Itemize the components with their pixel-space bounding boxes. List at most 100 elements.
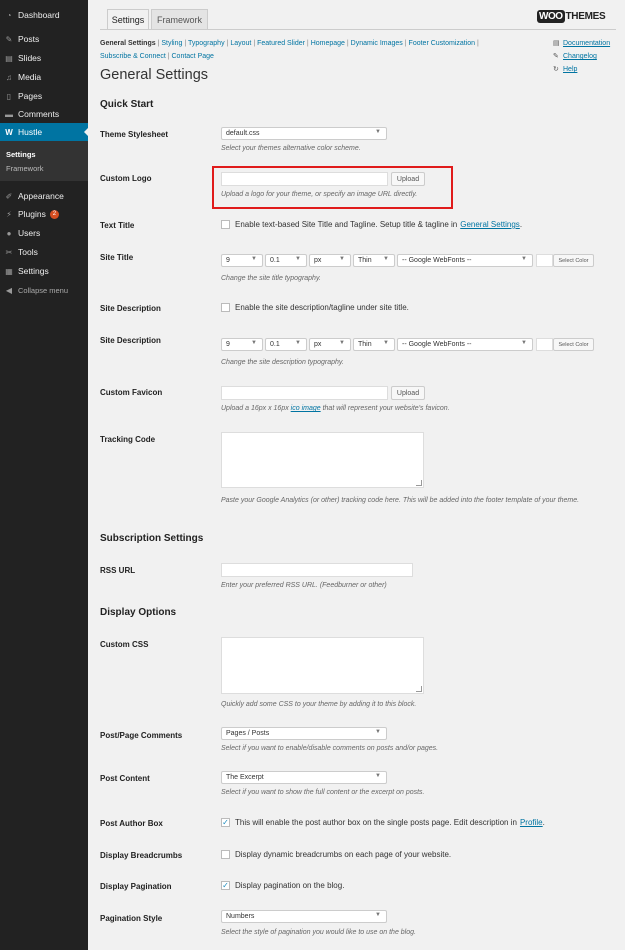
tab-framework[interactable]: Framework (151, 9, 208, 29)
profile-link[interactable]: Profile (520, 818, 543, 827)
ico-image-link[interactable]: ico image (291, 405, 321, 412)
site-title-color-swatch[interactable] (536, 254, 553, 267)
user-icon: ● (6, 228, 12, 238)
subnav-homepage[interactable]: Homepage (311, 40, 345, 47)
sidebar-item-media[interactable]: ♫ Media (0, 68, 88, 86)
sidebar-item-label: Users (18, 228, 41, 238)
pages-icon: ▯ (6, 91, 12, 101)
subnav-separator: | (226, 40, 229, 47)
sidebar-item-label: Posts (18, 34, 40, 44)
documentation-link[interactable]: Documentation (563, 37, 610, 50)
site-desc-color-swatch[interactable] (536, 338, 553, 351)
site-desc-checkbox[interactable] (221, 303, 230, 312)
subnav-footer[interactable]: Footer Customization (409, 40, 476, 47)
admin-sidebar: ◔ Dashboard ✎ Posts ▤ Slides ♫ Media ▯ Pages … (0, 0, 88, 950)
sidebar-item-plugins[interactable]: ⚡ Plugins 2 (0, 205, 88, 223)
site-title-line-select[interactable]: 0.1 ▼ (265, 254, 307, 267)
subnav-layout[interactable]: Layout (230, 40, 251, 47)
comments-select[interactable]: Pages / Posts ▼ (221, 727, 387, 740)
author-box-checkbox[interactable]: ✓ (221, 818, 230, 827)
custom-css-textarea[interactable] (221, 637, 424, 694)
submenu-settings[interactable]: Settings (6, 150, 36, 159)
site-desc-size-select[interactable]: 9 ▼ (221, 338, 263, 351)
sidebar-item-pages[interactable]: ▯ Pages (0, 87, 88, 105)
site-title-unit-select[interactable]: px ▼ (309, 254, 351, 267)
text-title-text: Enable text-based Site Title and Tagline… (235, 220, 458, 229)
site-title-size-select[interactable]: 9 ▼ (221, 254, 263, 267)
site-title-font-select[interactable]: -- Google WebFonts -- ▼ (397, 254, 533, 267)
sidebar-item-posts[interactable]: ✎ Posts (0, 30, 88, 48)
label-text-title: Text Title (100, 221, 135, 230)
label-site-description-typography: Site Description (100, 336, 161, 345)
label-custom-logo: Custom Logo (100, 174, 152, 183)
desc-site-description: Change the site description typography. (221, 359, 344, 366)
document-icon: ▤ (553, 40, 560, 47)
refresh-icon: ↻ (553, 66, 559, 73)
pagination-style-select[interactable]: Numbers ▼ (221, 910, 387, 923)
sidebar-item-hustle[interactable]: W Hustle (0, 123, 88, 141)
general-settings-link[interactable]: General Settings (460, 220, 520, 229)
site-desc-unit-select[interactable]: px ▼ (309, 338, 351, 351)
chevron-down-icon: ▼ (295, 256, 301, 262)
pagination-row: ✓ Display pagination on the blog. (221, 881, 344, 890)
tracking-code-textarea[interactable] (221, 432, 424, 488)
site-desc-color-button[interactable]: Select Color (553, 338, 594, 351)
stylesheet-select[interactable]: default.css ▼ (221, 127, 387, 140)
sidebar-item-settings[interactable]: ▦ Settings (0, 262, 88, 280)
breadcrumbs-checkbox[interactable] (221, 850, 230, 859)
collapse-menu-button[interactable]: ◀ Collapse menu (0, 281, 88, 299)
woo-icon: W (5, 127, 13, 137)
select-value: 0.1 (270, 257, 280, 264)
help-links: ▤ Documentation ✎ Changelog ↻ Help (553, 37, 610, 76)
rss-url-input[interactable] (221, 563, 413, 577)
submenu-framework[interactable]: Framework (6, 164, 44, 173)
sidebar-item-label: Pages (18, 91, 43, 101)
sidebar-item-label: Settings (18, 266, 49, 276)
subnav-featured-slider[interactable]: Featured Slider (257, 40, 305, 47)
sidebar-item-tools[interactable]: ✂ Tools (0, 243, 88, 261)
help-link[interactable]: Help (563, 63, 577, 76)
sidebar-item-appearance[interactable]: ✐ Appearance (0, 187, 88, 205)
sidebar-item-label: Hustle (18, 127, 43, 137)
sidebar-item-label: Media (18, 72, 42, 82)
desc-theme-stylesheet: Select your themes alternative color sch… (221, 145, 361, 152)
changelog-link[interactable]: Changelog (563, 50, 597, 63)
subnav-separator: | (404, 40, 407, 47)
site-desc-weight-select[interactable]: Thin ▼ (353, 338, 395, 351)
comment-icon: ▬ (5, 109, 13, 119)
select-value: Thin (358, 257, 372, 264)
sidebar-item-users[interactable]: ● Users (0, 224, 88, 242)
label-display-pagination: Display Pagination (100, 882, 172, 891)
subnav-separator: | (184, 40, 187, 47)
subnav-separator: | (167, 53, 170, 60)
subnav-subscribe[interactable]: Subscribe & Connect (100, 53, 166, 60)
site-title-weight-select[interactable]: Thin ▼ (353, 254, 395, 267)
subnav-separator: | (157, 40, 160, 47)
subnav-general[interactable]: General Settings (100, 40, 156, 47)
site-desc-line-select[interactable]: 0.1 ▼ (265, 338, 307, 351)
site-title-color-button[interactable]: Select Color (553, 254, 594, 267)
sidebar-item-comments[interactable]: ▬ Comments (0, 105, 88, 123)
text-title-checkbox[interactable] (221, 220, 230, 229)
post-content-select[interactable]: The Excerpt ▼ (221, 771, 387, 784)
select-value: 9 (226, 341, 230, 348)
sidebar-item-slides[interactable]: ▤ Slides (0, 49, 88, 67)
sidebar-item-dashboard[interactable]: ◔ Dashboard (0, 6, 88, 24)
sidebar-item-label: Collapse menu (18, 285, 69, 295)
subnav-contact[interactable]: Contact Page (172, 53, 214, 60)
pagination-checkbox[interactable]: ✓ (221, 881, 230, 890)
subnav-dynamic-images[interactable]: Dynamic Images (351, 40, 403, 47)
desc-post-page-comments: Select if you want to enable/disable com… (221, 745, 439, 752)
label-display-breadcrumbs: Display Breadcrumbs (100, 851, 183, 860)
author-box-text: This will enable the post author box on … (235, 818, 517, 827)
favicon-url-input[interactable] (221, 386, 388, 400)
favicon-upload-button[interactable]: Upload (391, 386, 425, 400)
subnav-styling[interactable]: Styling (161, 40, 182, 47)
logo-woo: WOO (537, 9, 565, 23)
pagination-text: Display pagination on the blog. (235, 881, 345, 890)
tab-settings[interactable]: Settings (107, 9, 149, 30)
subnav-typography[interactable]: Typography (188, 40, 225, 47)
site-desc-font-select[interactable]: -- Google WebFonts -- ▼ (397, 338, 533, 351)
woothemes-logo: WOO THEMES (537, 8, 606, 24)
sidebar-item-label: Plugins (18, 209, 46, 219)
